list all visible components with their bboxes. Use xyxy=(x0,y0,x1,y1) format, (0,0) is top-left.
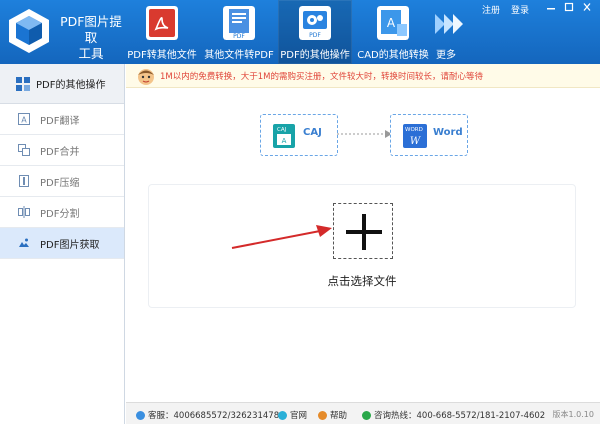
convert-arrow-icon xyxy=(337,130,392,138)
app-logo-icon xyxy=(9,9,49,53)
image-extract-icon xyxy=(19,238,29,247)
sidebar-item-image-extract[interactable]: PDF图片获取 xyxy=(0,228,124,259)
login-link[interactable]: 登录 xyxy=(511,3,529,16)
translate-icon: A xyxy=(18,113,30,125)
other-to-pdf-icon: PDF xyxy=(223,6,255,40)
svg-text:WORD: WORD xyxy=(405,127,423,133)
target-format-label: Word xyxy=(433,127,463,138)
svg-text:A: A xyxy=(21,116,27,125)
target-format-box: WORD W Word xyxy=(390,114,468,156)
phone-icon xyxy=(362,410,371,420)
sidebar-item-split[interactable]: PDF分割 xyxy=(0,197,124,228)
version-label: 版本1.0.10 xyxy=(552,410,594,419)
app-title: PDF图片提取 工具 xyxy=(60,14,122,61)
source-format-box: A CAJ CAJ xyxy=(260,114,338,156)
maximize-icon[interactable] xyxy=(562,2,576,12)
grid-icon xyxy=(16,76,30,91)
tab-other-to-pdf[interactable]: PDF 其他文件转PDF xyxy=(202,0,276,64)
svg-text:CAJ: CAJ xyxy=(277,127,287,133)
hotline: 咨询热线：400-668-5572/181-2107-4602 xyxy=(362,409,545,421)
status-bar: 客服：4006685572/326231478 官网 帮助 咨询热线：400-6… xyxy=(126,402,600,424)
customer-service: 客服：4006685572/326231478 xyxy=(136,409,279,421)
website-link[interactable]: 官网 xyxy=(278,409,307,421)
svg-text:W: W xyxy=(410,136,421,147)
title-bar: PDF图片提取 工具 PDF转其他文件 PDF 其他文件转PDF PDF PDF… xyxy=(0,0,600,64)
tab-pdf-to-other[interactable]: PDF转其他文件 xyxy=(124,0,200,64)
mascot-icon xyxy=(138,69,154,85)
caj-file-icon: A CAJ xyxy=(273,124,295,148)
sidebar-header: PDF的其他操作 xyxy=(0,64,124,104)
split-icon xyxy=(18,206,30,218)
more-arrows-icon[interactable] xyxy=(435,12,465,36)
svg-text:A: A xyxy=(387,16,396,30)
file-drop-area[interactable]: 点击选择文件 xyxy=(148,184,576,308)
minimize-icon[interactable] xyxy=(544,2,558,12)
help-link[interactable]: 帮助 xyxy=(318,409,347,421)
sidebar-item-merge[interactable]: PDF合并 xyxy=(0,135,124,166)
svg-text:PDF: PDF xyxy=(309,32,321,39)
register-link[interactable]: 注册 xyxy=(482,3,500,16)
globe-icon xyxy=(278,410,287,420)
pointer-arrow-icon xyxy=(231,225,332,249)
select-file-label: 点击选择文件 xyxy=(327,274,397,288)
word-file-icon: WORD W xyxy=(403,124,427,148)
service-icon xyxy=(136,410,145,420)
more-button[interactable]: 更多 xyxy=(436,46,456,61)
source-format-label: CAJ xyxy=(303,127,322,138)
tab-pdf-other-ops[interactable]: PDF PDF的其他操作 xyxy=(278,0,352,64)
main-panel: A CAJ CAJ WORD W Word 点击选择文件 xyxy=(126,88,600,402)
cad-convert-icon: A xyxy=(377,6,409,40)
sidebar-item-translate[interactable]: A PDF翻译 xyxy=(0,104,124,135)
pdf-gear-icon: PDF xyxy=(299,6,331,40)
notice-text: 1M以内的免费转换，大于1M的需购买注册，文件较大时，转换时间较长，请耐心等待 xyxy=(160,72,483,82)
merge-icon xyxy=(18,144,30,156)
plus-icon xyxy=(346,214,382,250)
help-icon xyxy=(318,410,327,420)
sidebar-item-compress[interactable]: PDF压缩 xyxy=(0,166,124,197)
close-icon[interactable] xyxy=(580,2,594,12)
tab-cad-convert[interactable]: A CAD的其他转换 xyxy=(354,0,432,64)
svg-text:PDF: PDF xyxy=(233,33,245,40)
compress-icon xyxy=(19,175,29,187)
notice-banner: 1M以内的免费转换，大于1M的需购买注册，文件较大时，转换时间较长，请耐心等待 xyxy=(126,64,600,88)
pdf-to-other-icon xyxy=(146,6,178,40)
svg-text:A: A xyxy=(282,137,287,145)
sidebar: PDF的其他操作 A PDF翻译 PDF合并 PDF压缩 PDF分割 PDF图片… xyxy=(0,64,125,424)
select-file-button[interactable] xyxy=(333,203,393,259)
